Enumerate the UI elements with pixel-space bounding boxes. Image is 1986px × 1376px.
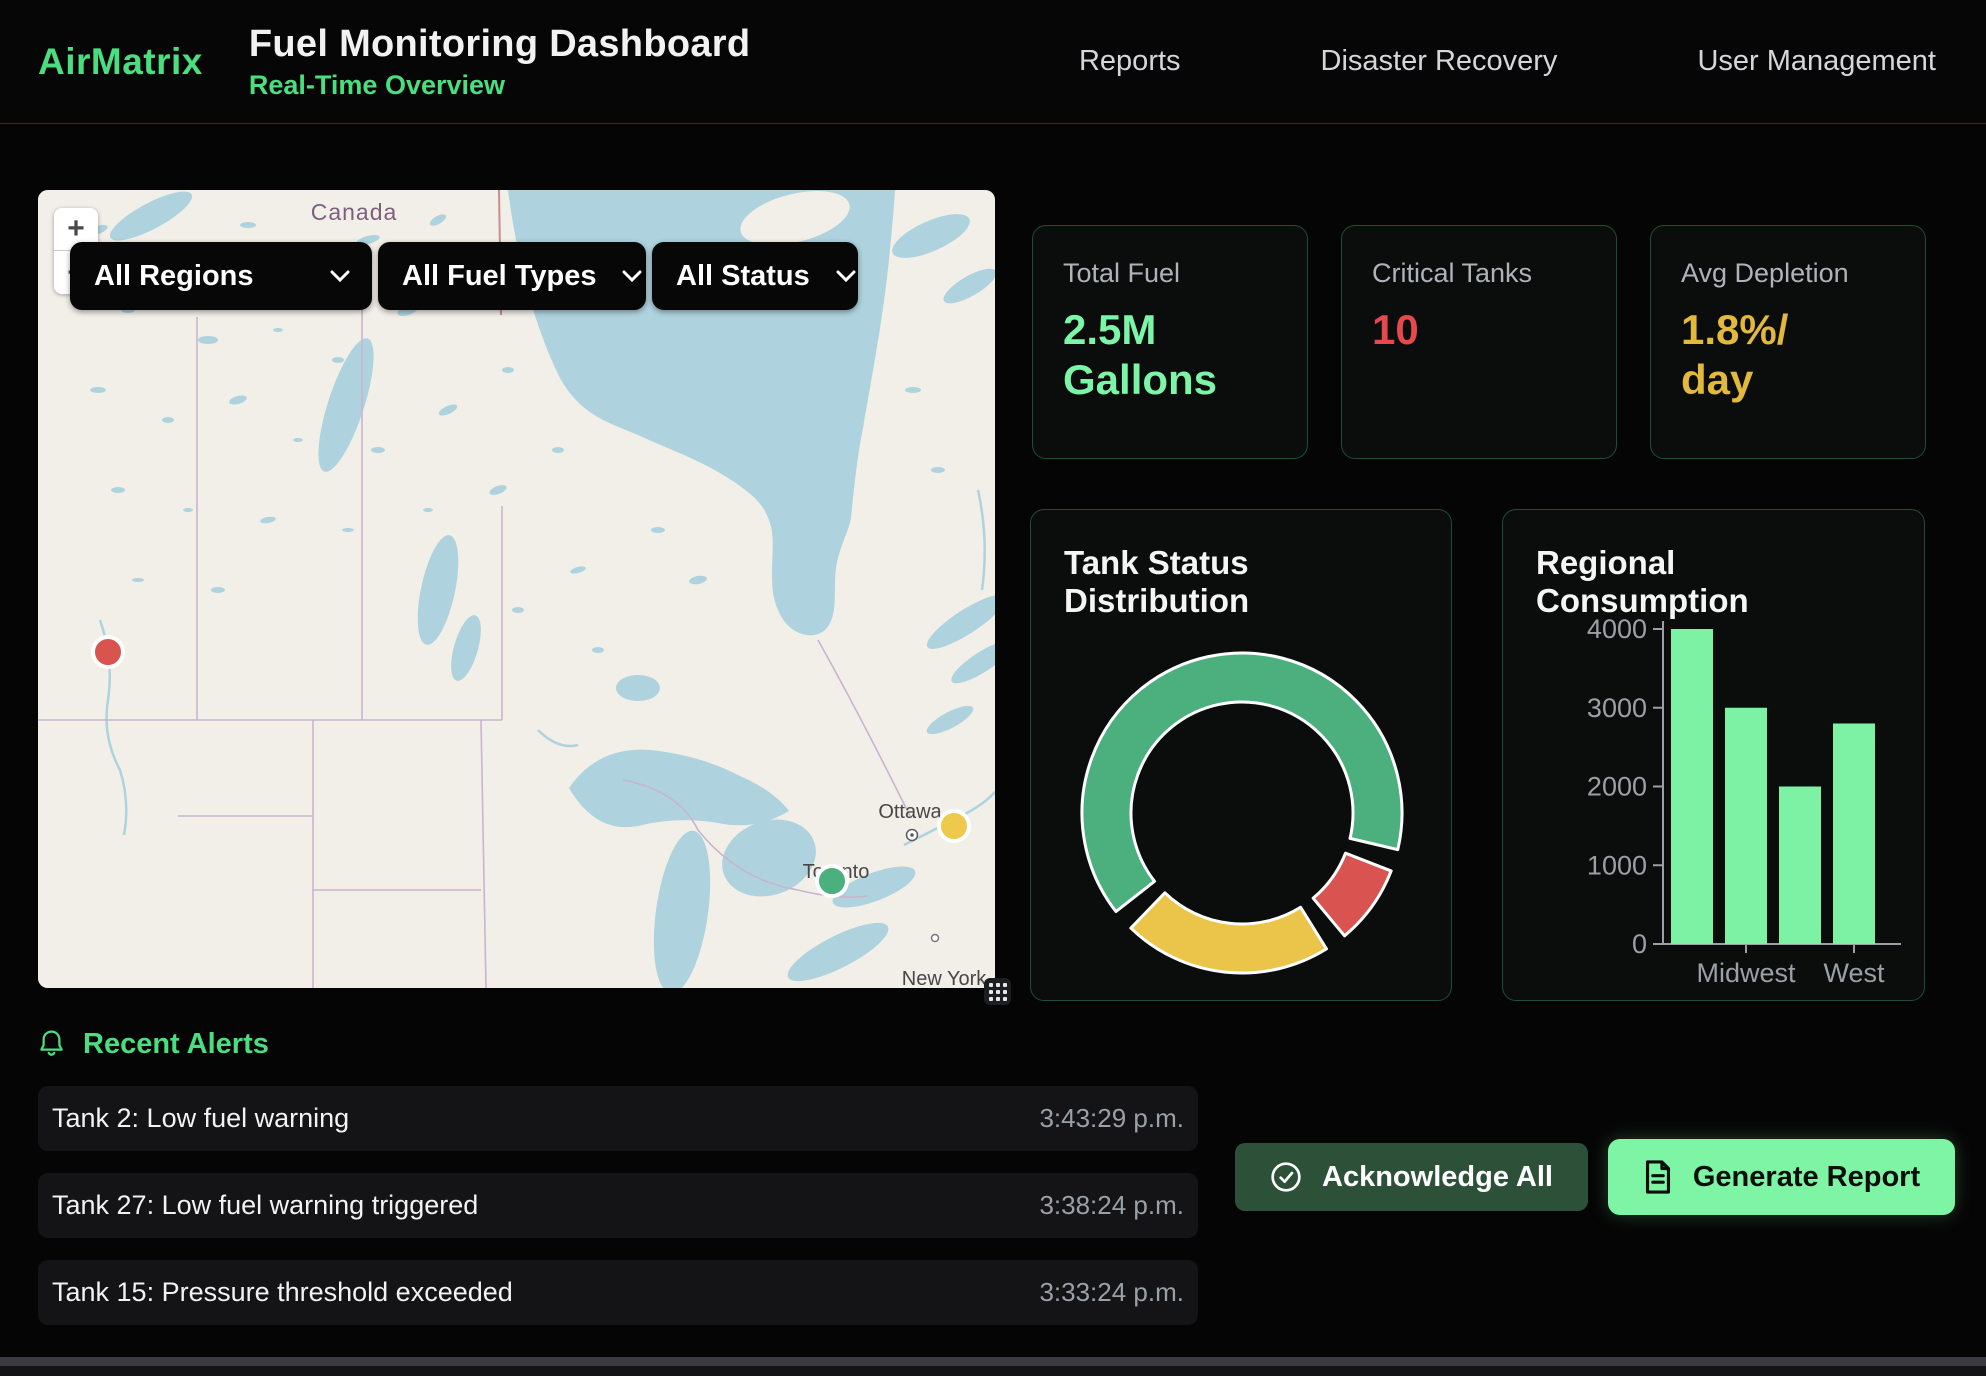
svg-text:4000: 4000 bbox=[1587, 614, 1647, 644]
status-filter-value: All Status bbox=[676, 260, 810, 293]
regional-consumption-card: Regional Consumption 01000200030004000Mi… bbox=[1502, 509, 1925, 1001]
map-town-dot bbox=[932, 935, 939, 942]
svg-text:Midwest: Midwest bbox=[1696, 958, 1796, 988]
kpi-value: 10 bbox=[1372, 305, 1586, 355]
check-circle-icon bbox=[1270, 1161, 1302, 1193]
kpi-value: 1.8%/day bbox=[1681, 305, 1895, 406]
map-panel[interactable]: Canada Ottawa Toronto New York + − All R… bbox=[38, 190, 995, 988]
page-subtitle: Real-Time Overview bbox=[249, 70, 750, 101]
alert-row[interactable]: Tank 15: Pressure threshold exceeded 3:3… bbox=[38, 1260, 1198, 1325]
alert-time: 3:38:24 p.m. bbox=[1039, 1190, 1184, 1221]
kpi-critical-tanks: Critical Tanks 10 bbox=[1341, 225, 1617, 459]
acknowledge-all-label: Acknowledge All bbox=[1322, 1161, 1553, 1194]
tank-status-donut-chart bbox=[1031, 510, 1453, 1002]
bottom-edge bbox=[0, 1366, 1986, 1376]
svg-text:2000: 2000 bbox=[1587, 772, 1647, 802]
alert-time: 3:33:24 p.m. bbox=[1039, 1277, 1184, 1308]
svg-text:1000: 1000 bbox=[1587, 850, 1647, 880]
svg-text:West: West bbox=[1823, 958, 1885, 988]
app-logo[interactable]: AirMatrix bbox=[38, 41, 203, 83]
svg-text:0: 0 bbox=[1632, 929, 1647, 959]
recent-alerts-section: Recent Alerts Tank 2: Low fuel warning 3… bbox=[38, 1024, 1198, 1325]
alert-row[interactable]: Tank 27: Low fuel warning triggered 3:38… bbox=[38, 1173, 1198, 1238]
map-filters: All Regions All Fuel Types All Status bbox=[70, 242, 858, 310]
chevron-down-icon bbox=[836, 270, 856, 282]
alert-text: Tank 27: Low fuel warning triggered bbox=[52, 1190, 478, 1221]
alerts-title: Recent Alerts bbox=[83, 1028, 269, 1061]
fuel-type-filter-value: All Fuel Types bbox=[402, 260, 596, 293]
kpi-row: Total Fuel 2.5MGallons Critical Tanks 10… bbox=[1032, 225, 1926, 459]
chevron-down-icon bbox=[330, 270, 350, 282]
title-block: Fuel Monitoring Dashboard Real-Time Over… bbox=[249, 23, 750, 101]
alerts-header: Recent Alerts bbox=[38, 1024, 1198, 1064]
kpi-label: Avg Depletion bbox=[1681, 258, 1895, 289]
map-marker-warning[interactable] bbox=[939, 811, 969, 841]
kpi-total-fuel: Total Fuel 2.5MGallons bbox=[1032, 225, 1308, 459]
header: AirMatrix Fuel Monitoring Dashboard Real… bbox=[0, 0, 1986, 124]
map-resize-handle[interactable] bbox=[984, 978, 1011, 1005]
alert-text: Tank 2: Low fuel warning bbox=[52, 1103, 349, 1134]
main-nav: Reports Disaster Recovery User Managemen… bbox=[1079, 45, 1948, 78]
svg-text:3000: 3000 bbox=[1587, 693, 1647, 723]
kpi-value: 2.5MGallons bbox=[1063, 305, 1277, 406]
generate-report-label: Generate Report bbox=[1693, 1161, 1920, 1194]
chevron-down-icon bbox=[622, 270, 642, 282]
kpi-label: Total Fuel bbox=[1063, 258, 1277, 289]
bottom-divider bbox=[0, 1357, 1986, 1366]
map-label-ottawa: Ottawa bbox=[878, 801, 942, 823]
nav-user-management[interactable]: User Management bbox=[1697, 45, 1936, 78]
page-title: Fuel Monitoring Dashboard bbox=[249, 23, 750, 66]
bell-icon bbox=[38, 1029, 65, 1059]
regional-consumption-bar-chart: 0 1000 2000 3000 4000 Midwest West bbox=[1503, 510, 1926, 1002]
region-filter-value: All Regions bbox=[94, 260, 254, 293]
nav-disaster-recovery[interactable]: Disaster Recovery bbox=[1321, 45, 1558, 78]
acknowledge-all-button[interactable]: Acknowledge All bbox=[1235, 1143, 1588, 1211]
region-filter-dropdown[interactable]: All Regions bbox=[70, 242, 372, 310]
kpi-avg-depletion: Avg Depletion 1.8%/day bbox=[1650, 225, 1926, 459]
map-marker-critical[interactable] bbox=[93, 637, 123, 667]
status-filter-dropdown[interactable]: All Status bbox=[652, 242, 858, 310]
alert-text: Tank 15: Pressure threshold exceeded bbox=[52, 1277, 513, 1308]
map-label-canada: Canada bbox=[311, 199, 398, 225]
kpi-label: Critical Tanks bbox=[1372, 258, 1586, 289]
tank-status-card: Tank Status Distribution bbox=[1030, 509, 1452, 1001]
alert-time: 3:43:29 p.m. bbox=[1039, 1103, 1184, 1134]
nav-reports[interactable]: Reports bbox=[1079, 45, 1181, 78]
fuel-type-filter-dropdown[interactable]: All Fuel Types bbox=[378, 242, 646, 310]
alert-row[interactable]: Tank 2: Low fuel warning 3:43:29 p.m. bbox=[38, 1086, 1198, 1151]
document-icon bbox=[1643, 1160, 1673, 1194]
map-marker-normal[interactable] bbox=[817, 866, 847, 896]
generate-report-button[interactable]: Generate Report bbox=[1608, 1139, 1955, 1215]
map-label-new-york: New York bbox=[902, 968, 987, 988]
